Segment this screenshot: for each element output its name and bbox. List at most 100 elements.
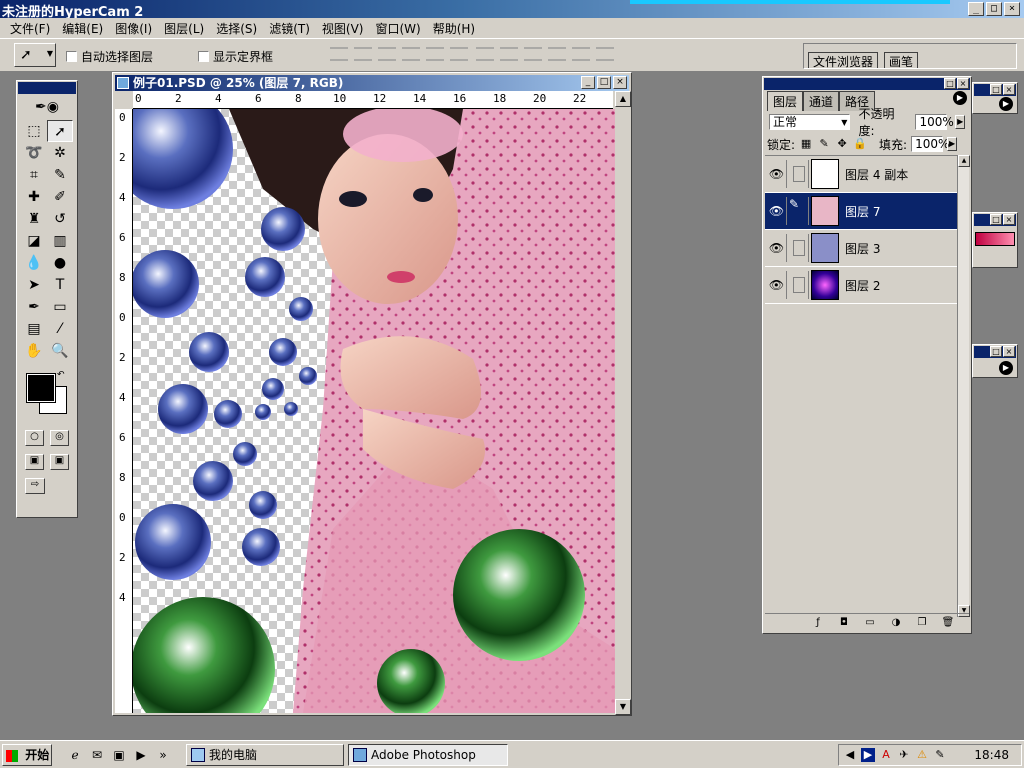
trash-icon[interactable]: 🗑 (941, 616, 955, 629)
align-hcenter-icon[interactable] (426, 47, 444, 61)
menu-filter[interactable]: 滤镜(T) (263, 18, 316, 38)
add-mask-icon[interactable]: ◘ (837, 616, 851, 629)
ie-icon[interactable]: ℯ (66, 746, 84, 764)
task-my-computer[interactable]: 我的电脑 (186, 744, 344, 766)
distribute-top-icon[interactable] (476, 47, 494, 61)
lock-pixels-icon[interactable]: ✎ (817, 137, 831, 151)
distribute-hcenter-icon[interactable] (572, 47, 590, 61)
palette-menu-arrow-icon[interactable]: ▶ (999, 97, 1013, 111)
doc-minimize-button[interactable]: _ (581, 76, 595, 89)
side-palette-close-button[interactable]: × (1003, 346, 1015, 357)
tray-tool-icon[interactable]: ✎ (933, 748, 947, 762)
lock-all-icon[interactable]: 🔒 (853, 137, 867, 151)
file-browser-tab[interactable]: 文件浏览器 (808, 52, 879, 69)
menu-file[interactable]: 文件(F) (4, 18, 56, 38)
slice-tool-icon[interactable]: ✎ (47, 164, 73, 186)
scroll-up-arrow-icon[interactable]: ▲ (615, 91, 631, 107)
maximize-button[interactable]: □ (986, 2, 1002, 16)
show-bounds-checkbox[interactable] (198, 51, 209, 62)
layer-link-slot[interactable] (789, 160, 809, 188)
eraser-tool-icon[interactable]: ◪ (21, 230, 47, 252)
palette-menu-arrow-icon[interactable]: ▶ (999, 361, 1013, 375)
task-photoshop[interactable]: Adobe Photoshop (348, 744, 508, 766)
chevron-right-icon[interactable]: » (154, 746, 172, 764)
brush-tool-icon[interactable]: ✐ (47, 186, 73, 208)
eyedropper-tool-icon[interactable]: ⁄ (47, 318, 73, 340)
color-ramp[interactable] (975, 232, 1015, 246)
vertical-ruler[interactable]: 0 2 4 6 8 0 2 4 6 8 0 2 4 (115, 109, 133, 713)
standard-mode-icon[interactable]: ○ (25, 430, 44, 446)
lock-transparency-icon[interactable]: ▦ (799, 137, 813, 151)
dodge-tool-icon[interactable]: ● (47, 252, 73, 274)
layer-brush-slot[interactable]: ✎ (789, 197, 809, 225)
notes-tool-icon[interactable]: ▤ (21, 318, 47, 340)
layer-row[interactable]: 👁 图层 4 副本 (765, 156, 957, 193)
side-palette-close-button[interactable]: × (1003, 84, 1015, 95)
distribute-left-icon[interactable] (548, 47, 566, 61)
new-layer-icon[interactable]: ❐ (915, 616, 929, 629)
brushes-tab[interactable]: 画笔 (884, 52, 919, 69)
desktop-icon[interactable]: ▣ (110, 746, 128, 764)
lasso-tool-icon[interactable]: ➰ (21, 142, 47, 164)
network-icon[interactable]: ✈ (897, 748, 911, 762)
blur-tool-icon[interactable]: 💧 (21, 252, 47, 274)
eye-icon[interactable]: 👁 (767, 160, 787, 188)
auto-select-checkbox[interactable] (66, 51, 77, 62)
eye-icon[interactable]: 👁 (767, 271, 787, 299)
layer-style-icon[interactable]: ƒ (811, 616, 825, 629)
doc-close-button[interactable]: × (613, 76, 627, 89)
layer-row[interactable]: 👁 图层 2 (765, 267, 957, 304)
tool-preset-picker[interactable]: ➚ ▼ (14, 43, 56, 67)
lock-position-icon[interactable]: ✥ (835, 137, 849, 151)
full-screen-menu-icon[interactable]: ▣ (50, 454, 69, 470)
opacity-slider-arrow-icon[interactable]: ▶ (955, 115, 965, 129)
move-tool-icon[interactable]: ➚ (47, 120, 73, 142)
outlook-icon[interactable]: ✉ (88, 746, 106, 764)
layer-link-slot[interactable] (789, 271, 809, 299)
menu-select[interactable]: 选择(S) (210, 18, 263, 38)
swap-colors-icon[interactable]: ↶ (57, 370, 65, 380)
palette-menu-arrow-icon[interactable]: ▶ (953, 91, 967, 105)
document-title-bar[interactable]: 例子01.PSD @ 25% (图层 7, RGB) _ □ × (115, 75, 629, 91)
clone-stamp-tool-icon[interactable]: ♜ (21, 208, 47, 230)
media-icon[interactable]: ▶ (132, 746, 150, 764)
tab-layers[interactable]: 图层 (767, 91, 804, 111)
side-palette-minimize-button[interactable]: □ (990, 84, 1002, 95)
adjustment-layer-icon[interactable]: ◑ (889, 616, 903, 629)
palette-minimize-button[interactable]: □ (944, 78, 956, 89)
scroll-down-arrow-icon[interactable]: ▼ (615, 699, 631, 715)
document-vertical-scrollbar[interactable]: ▲ ▼ (615, 91, 631, 715)
shape-tool-icon[interactable]: ▭ (47, 296, 73, 318)
layer-row[interactable]: 👁 图层 3 (765, 230, 957, 267)
crop-tool-icon[interactable]: ⌗ (21, 164, 47, 186)
menu-layer[interactable]: 图层(L) (158, 18, 210, 38)
distribute-vcenter-icon[interactable] (500, 47, 518, 61)
eye-icon[interactable]: 👁 (767, 234, 787, 262)
start-button[interactable]: 开始 (2, 744, 52, 766)
minimize-button[interactable]: _ (968, 2, 984, 16)
tray-app-icon[interactable]: ▶ (861, 748, 875, 762)
align-bottom-icon[interactable] (378, 47, 396, 61)
menu-image[interactable]: 图像(I) (109, 18, 158, 38)
scroll-up-arrow-icon[interactable]: ▲ (958, 155, 970, 167)
eye-icon[interactable]: 👁 (767, 197, 787, 225)
blend-mode-select[interactable]: 正常 ▼ (769, 114, 851, 130)
opacity-input[interactable]: 100% (915, 114, 954, 130)
auto-select-layer-option[interactable]: 自动选择图层 (66, 48, 153, 65)
foreground-color-swatch[interactable] (26, 373, 56, 403)
layer-link-slot[interactable] (789, 234, 809, 262)
layer-row[interactable]: 👁 ✎ 图层 7 (765, 193, 957, 230)
quick-mask-mode-icon[interactable]: ◎ (50, 430, 69, 446)
zoom-tool-icon[interactable]: 🔍 (47, 340, 73, 362)
side-palette-title[interactable]: □ × (974, 214, 1016, 226)
align-top-icon[interactable] (330, 47, 348, 61)
fill-slider-arrow-icon[interactable]: ▶ (947, 137, 958, 151)
align-right-icon[interactable] (450, 47, 468, 61)
av-icon[interactable]: A (879, 748, 893, 762)
side-palette-title[interactable]: □ × (974, 84, 1016, 96)
hand-tool-icon[interactable]: ✋ (21, 340, 47, 362)
pen-tool-icon[interactable]: ✒ (21, 296, 47, 318)
close-button[interactable]: × (1004, 2, 1020, 16)
jump-to-imageready-icon[interactable]: ⇨ (25, 478, 45, 494)
side-palette-title[interactable]: □ × (974, 346, 1016, 358)
